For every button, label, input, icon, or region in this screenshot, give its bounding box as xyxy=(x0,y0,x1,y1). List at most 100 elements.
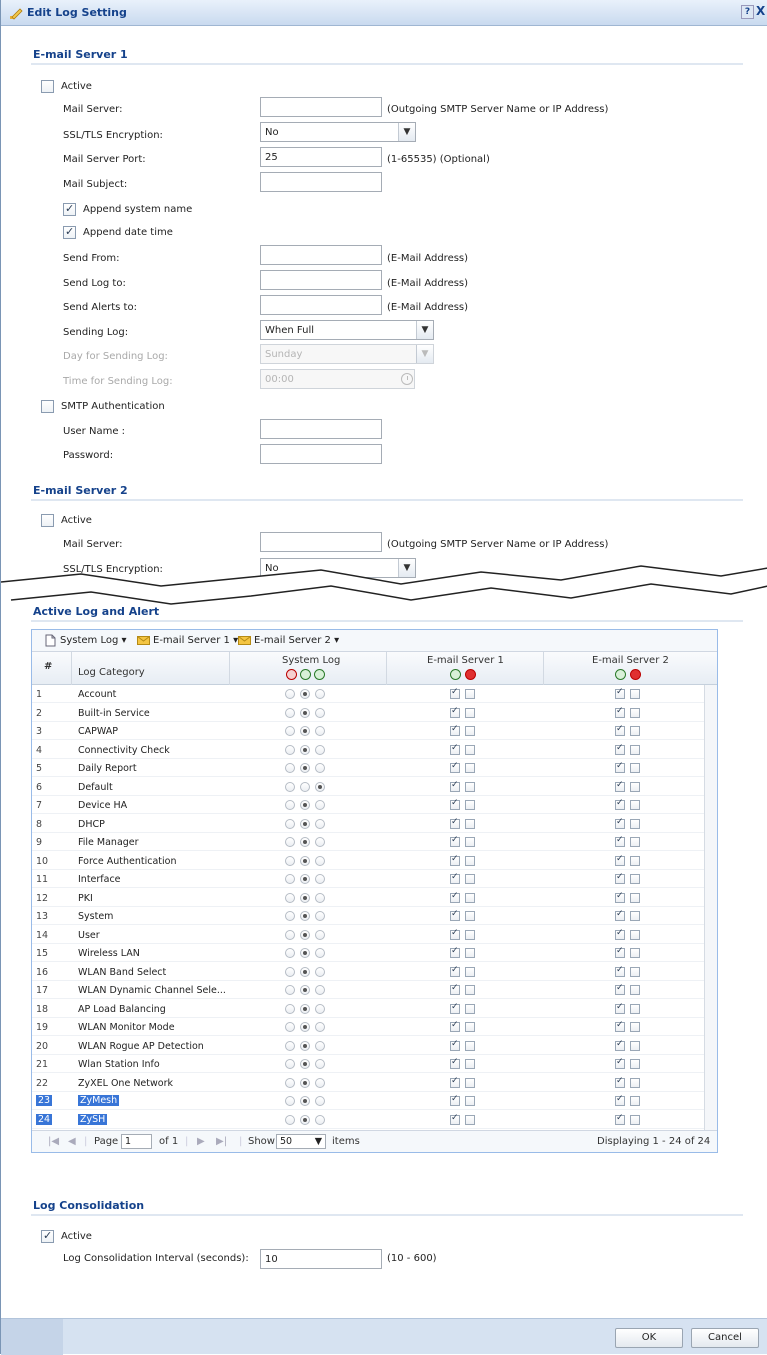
server1-alert-checkbox[interactable] xyxy=(465,892,475,903)
email-server2-menu[interactable]: E-mail Server 2 ▾ xyxy=(254,635,339,646)
server1-alert-checkbox[interactable] xyxy=(465,911,475,921)
system-log-debug-radio[interactable] xyxy=(315,1003,325,1014)
server1-alert-checkbox[interactable] xyxy=(465,855,475,866)
system-log-normal-radio[interactable] xyxy=(300,855,310,866)
system-log-debug-radio[interactable] xyxy=(315,1022,325,1032)
system-log-disable-radio[interactable] xyxy=(285,874,295,884)
server1-alert-checkbox[interactable] xyxy=(465,818,475,829)
server2-alert-checkbox[interactable] xyxy=(630,892,640,903)
server1-alert-checkbox[interactable] xyxy=(465,800,475,810)
system-log-debug-radio[interactable] xyxy=(315,707,325,718)
table-row[interactable]: 3 CAPWAP xyxy=(32,722,704,740)
system-log-normal-radio[interactable] xyxy=(300,800,310,810)
system-log-debug-radio[interactable] xyxy=(315,855,325,866)
server2-enable-checkbox[interactable] xyxy=(615,1076,625,1088)
server2-enable-checkbox[interactable] xyxy=(615,872,625,884)
table-row[interactable]: 18 AP Load Balancing xyxy=(32,1000,704,1018)
server2-alert-checkbox[interactable] xyxy=(630,763,640,773)
system-log-disable-radio[interactable] xyxy=(285,948,295,958)
server2-alert-checkbox[interactable] xyxy=(630,781,640,792)
enable-debug-icon[interactable] xyxy=(314,669,325,680)
ok-button[interactable]: OK xyxy=(615,1328,683,1348)
table-row[interactable]: 9 File Manager xyxy=(32,833,704,851)
smtp-auth-checkbox[interactable] xyxy=(41,400,54,413)
table-row[interactable]: 6 Default xyxy=(32,778,704,796)
col-server1[interactable]: E-mail Server 1 xyxy=(387,652,544,685)
alert-icon[interactable] xyxy=(630,669,641,680)
system-log-disable-radio[interactable] xyxy=(285,985,295,995)
system-log-normal-radio[interactable] xyxy=(300,818,310,829)
server1-enable-checkbox[interactable] xyxy=(450,780,460,792)
table-row[interactable]: 23 ZyMesh xyxy=(32,1092,704,1110)
system-log-normal-radio[interactable] xyxy=(300,911,310,921)
server2-alert-checkbox[interactable] xyxy=(630,1040,640,1051)
server2-alert-checkbox[interactable] xyxy=(630,966,640,977)
system-log-debug-radio[interactable] xyxy=(315,781,325,792)
subject-input[interactable] xyxy=(260,172,382,192)
server2-enable-checkbox[interactable] xyxy=(615,946,625,958)
server2-enable-checkbox[interactable] xyxy=(615,1113,625,1125)
system-log-disable-radio[interactable] xyxy=(285,855,295,866)
server1-enable-checkbox[interactable] xyxy=(450,872,460,884)
table-row[interactable]: 8 DHCP xyxy=(32,815,704,833)
system-log-disable-radio[interactable] xyxy=(285,966,295,977)
system-log-debug-radio[interactable] xyxy=(315,1114,325,1125)
server2-alert-checkbox[interactable] xyxy=(630,800,640,810)
server2-alert-checkbox[interactable] xyxy=(630,948,640,958)
system-log-normal-radio[interactable] xyxy=(300,1022,310,1032)
system-log-normal-radio[interactable] xyxy=(300,1077,310,1088)
system-log-disable-radio[interactable] xyxy=(285,744,295,755)
system-log-disable-radio[interactable] xyxy=(285,837,295,847)
server1-enable-checkbox[interactable] xyxy=(450,1020,460,1032)
server2-alert-checkbox[interactable] xyxy=(630,744,640,755)
server1-alert-checkbox[interactable] xyxy=(465,1077,475,1088)
table-row[interactable]: 7 Device HA xyxy=(32,796,704,814)
server2-enable-checkbox[interactable] xyxy=(615,1094,625,1106)
system-log-debug-radio[interactable] xyxy=(315,929,325,940)
system-log-disable-radio[interactable] xyxy=(285,818,295,829)
system-log-normal-radio[interactable] xyxy=(300,744,310,755)
system-log-disable-radio[interactable] xyxy=(285,689,295,699)
system-log-debug-radio[interactable] xyxy=(315,1059,325,1069)
append-date-time-checkbox[interactable] xyxy=(63,225,76,239)
server2-enable-checkbox[interactable] xyxy=(615,743,625,755)
server2-enable-checkbox[interactable] xyxy=(615,780,625,792)
col-num[interactable]: # xyxy=(32,652,72,685)
server1-alert-checkbox[interactable] xyxy=(465,948,475,958)
system-log-debug-radio[interactable] xyxy=(315,763,325,773)
server2-alert-checkbox[interactable] xyxy=(630,874,640,884)
system-log-disable-radio[interactable] xyxy=(285,1040,295,1051)
server2-alert-checkbox[interactable] xyxy=(630,689,640,699)
server2-alert-checkbox[interactable] xyxy=(630,929,640,940)
server2-alert-checkbox[interactable] xyxy=(630,707,640,718)
system-log-disable-radio[interactable] xyxy=(285,1114,295,1125)
table-row[interactable]: 20 WLAN Rogue AP Detection xyxy=(32,1037,704,1055)
server2-alert-checkbox[interactable] xyxy=(630,1022,640,1032)
system-log-normal-radio[interactable] xyxy=(300,966,310,977)
table-row[interactable]: 15 Wireless LAN xyxy=(32,944,704,962)
server2-enable-checkbox[interactable] xyxy=(615,835,625,847)
system-log-disable-radio[interactable] xyxy=(285,707,295,718)
server1-alert-checkbox[interactable] xyxy=(465,707,475,718)
server2-alert-checkbox[interactable] xyxy=(630,837,640,847)
server2-alert-checkbox[interactable] xyxy=(630,818,640,829)
table-row[interactable]: 13 System xyxy=(32,907,704,925)
server2-enable-checkbox[interactable] xyxy=(615,1002,625,1014)
system-log-normal-radio[interactable] xyxy=(300,707,310,718)
server1-enable-checkbox[interactable] xyxy=(450,909,460,921)
system-log-debug-radio[interactable] xyxy=(315,948,325,958)
server2-enable-checkbox[interactable] xyxy=(615,817,625,829)
server1-enable-checkbox[interactable] xyxy=(450,687,460,699)
server1-enable-checkbox[interactable] xyxy=(450,798,460,810)
table-row[interactable]: 17 WLAN Dynamic Channel Sele... xyxy=(32,981,704,999)
system-log-debug-radio[interactable] xyxy=(315,874,325,884)
table-row[interactable]: 11 Interface xyxy=(32,870,704,888)
server1-alert-checkbox[interactable] xyxy=(465,1003,475,1014)
system-log-debug-radio[interactable] xyxy=(315,985,325,995)
system-log-disable-radio[interactable] xyxy=(285,763,295,773)
system-log-disable-radio[interactable] xyxy=(285,911,295,921)
system-log-disable-radio[interactable] xyxy=(285,781,295,792)
system-log-normal-radio[interactable] xyxy=(300,1003,310,1014)
system-log-disable-radio[interactable] xyxy=(285,1059,295,1069)
table-row[interactable]: 1 Account xyxy=(32,685,704,703)
